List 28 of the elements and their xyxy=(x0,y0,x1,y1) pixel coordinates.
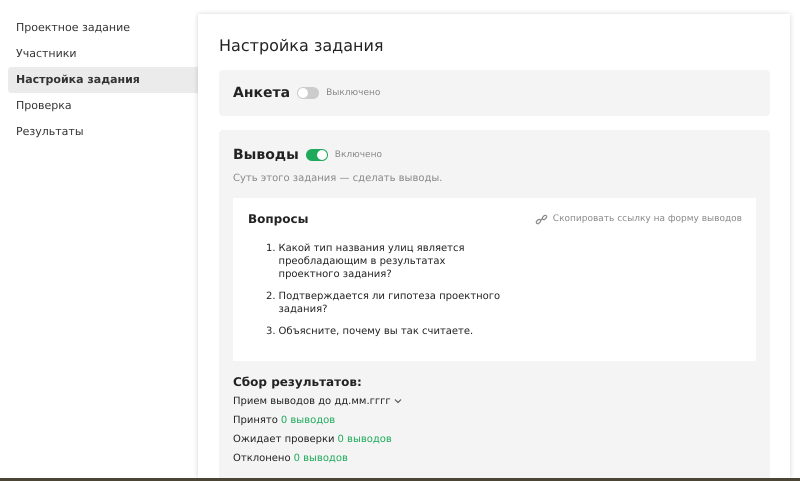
toggle-state: Включено xyxy=(334,150,382,160)
sidebar-item[interactable]: Проектное задание xyxy=(8,15,198,41)
question-text: Объясните, почему вы так считаете. xyxy=(278,325,474,338)
chevron-icon xyxy=(394,398,402,404)
section-title: Выводы xyxy=(233,147,299,163)
question-number: 3. xyxy=(266,325,276,338)
question-number: 1. xyxy=(266,242,276,256)
section-title: Анкета xyxy=(233,85,290,101)
stat-label: Отклонено xyxy=(233,452,291,466)
copy-link[interactable]: Скопировать ссылку на форму выводов xyxy=(534,212,742,226)
toggle-state: Выключено xyxy=(326,88,380,98)
toggle-switch[interactable] xyxy=(306,149,328,161)
sidebar-item[interactable]: Настройка задания xyxy=(8,67,198,93)
section-description: Суть этого задания — сделать выводы. xyxy=(233,173,444,184)
sidebar-item[interactable]: Проверка xyxy=(8,93,198,119)
page-title: Настройка задания xyxy=(219,36,385,55)
question-text: Подтверждается ли гипотеза проектного задания? xyxy=(278,290,502,316)
sidebar-item[interactable]: Результаты xyxy=(8,119,198,145)
questions-title: Вопросы xyxy=(248,212,308,226)
results-title: Сбор результатов: xyxy=(233,375,363,389)
question-text: Какой тип названия улиц является преобладающим в результатах проектного задания? xyxy=(278,242,466,281)
deadline-dropdown[interactable]: Прием выводов до дд.мм.гггг xyxy=(233,392,756,411)
link-icon xyxy=(534,212,548,226)
stat-label: Ожидает проверки xyxy=(233,433,335,447)
sidebar-item[interactable]: Участники xyxy=(8,41,198,67)
stat-label: Принято xyxy=(233,414,278,428)
question-number: 2. xyxy=(266,290,276,304)
toggle-switch[interactable] xyxy=(297,87,320,99)
